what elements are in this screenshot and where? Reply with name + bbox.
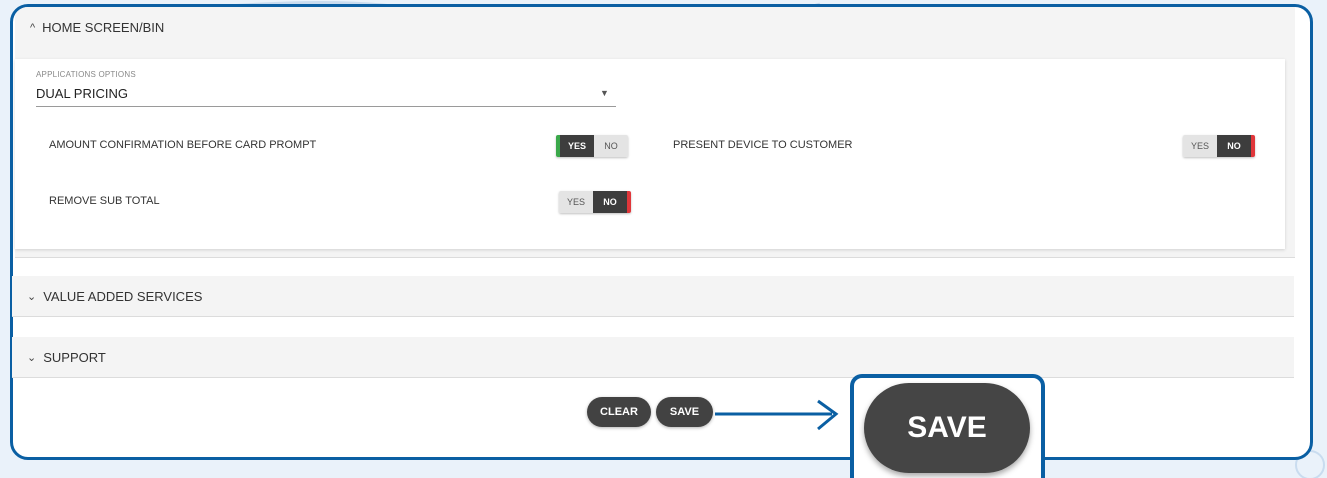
present-device-toggle[interactable]: YES NO: [1183, 135, 1255, 157]
support-title: SUPPORT: [43, 349, 106, 365]
value-added-services-title: VALUE ADDED SERVICES: [43, 288, 203, 304]
clear-button[interactable]: CLEAR: [587, 397, 651, 427]
home-screen-body: [15, 59, 1285, 249]
remove-sub-total-toggle[interactable]: YES NO: [559, 191, 631, 213]
toggle-yes[interactable]: YES: [1183, 135, 1217, 157]
applications-options-label: APPLICATIONS OPTIONS: [36, 70, 136, 79]
save-button[interactable]: SAVE: [656, 397, 713, 427]
value-added-services-header[interactable]: ⌄ VALUE ADDED SERVICES: [12, 276, 1294, 317]
settings-frame: ^ HOME SCREEN/BIN: [10, 4, 1313, 460]
save-button-zoomed[interactable]: SAVE: [864, 383, 1030, 473]
remove-sub-total-label: REMOVE SUB TOTAL: [49, 195, 160, 207]
arrow-right-icon: [715, 399, 839, 431]
applications-options-select[interactable]: DUAL PRICING: [36, 86, 128, 101]
amount-confirmation-label: AMOUNT CONFIRMATION BEFORE CARD PROMPT: [49, 139, 317, 151]
chevron-up-icon: ^: [30, 21, 36, 34]
chevron-down-icon: ⌄: [27, 290, 37, 303]
toggle-yes[interactable]: YES: [559, 191, 593, 213]
amount-confirmation-toggle[interactable]: YES NO: [556, 135, 628, 157]
caret-down-icon[interactable]: ▼: [600, 88, 609, 98]
present-device-label: PRESENT DEVICE TO CUSTOMER: [673, 139, 853, 151]
toggle-no[interactable]: NO: [593, 191, 627, 213]
toggle-no[interactable]: NO: [594, 135, 628, 157]
support-header[interactable]: ⌄ SUPPORT: [12, 337, 1294, 378]
select-underline: [36, 106, 616, 107]
home-screen-header[interactable]: ^ HOME SCREEN/BIN: [15, 7, 1295, 48]
toggle-yes[interactable]: YES: [560, 135, 594, 157]
chevron-down-icon: ⌄: [27, 351, 37, 364]
home-screen-title: HOME SCREEN/BIN: [42, 20, 165, 35]
toggle-no[interactable]: NO: [1217, 135, 1251, 157]
